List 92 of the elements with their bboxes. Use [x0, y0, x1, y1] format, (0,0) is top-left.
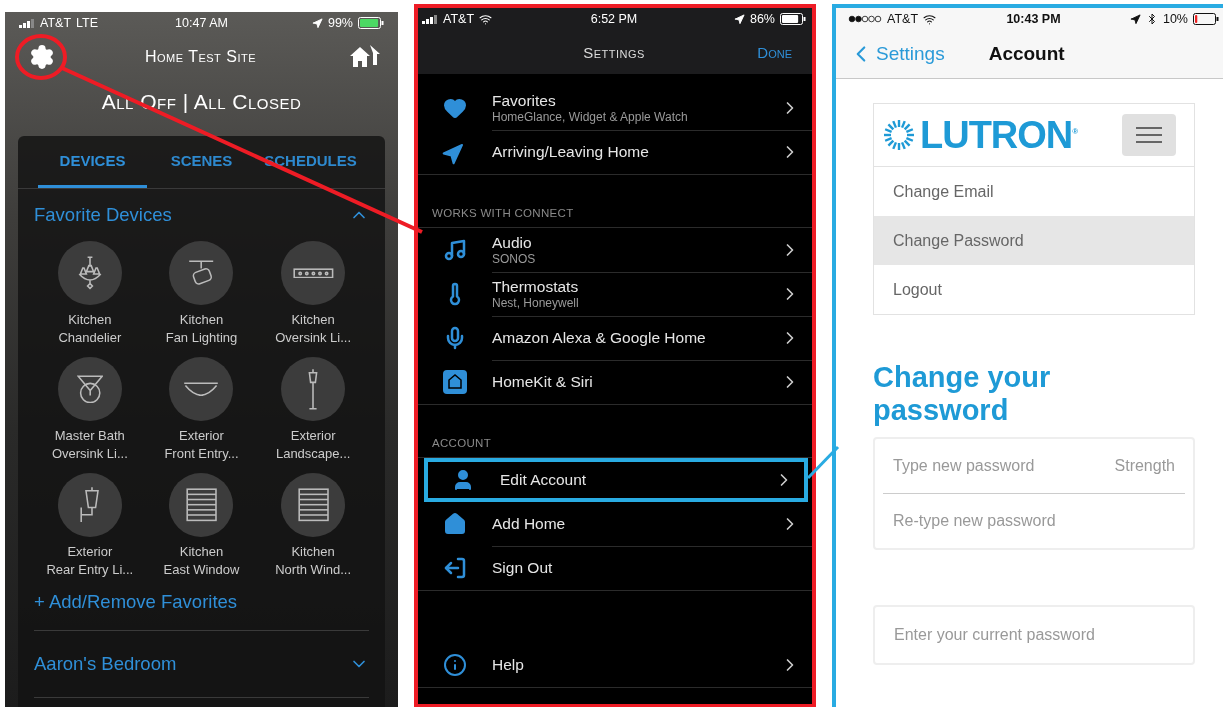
- row-title: Thermostats: [492, 277, 580, 296]
- row-title: Favorites: [492, 91, 557, 110]
- row-title: Add Home: [492, 514, 567, 533]
- tab[interactable]: SCENES: [147, 136, 256, 188]
- signal-icon: [422, 14, 438, 24]
- light-fixture-icon: [183, 381, 220, 397]
- row-title: Audio: [492, 233, 533, 252]
- settings-icon[interactable]: [29, 44, 55, 70]
- device-label: Kitchen Fan Lighting: [165, 311, 238, 347]
- carrier-text: AT&T: [887, 12, 919, 26]
- battery-text: 99%: [327, 16, 353, 30]
- tab[interactable]: SCHEDULES: [256, 136, 365, 188]
- info-icon: [443, 653, 467, 677]
- device-label: Kitchen North Wind...: [275, 543, 352, 579]
- heart-icon: [443, 96, 467, 120]
- music-note-icon: [443, 238, 467, 262]
- light-fixture-icon: [188, 259, 215, 287]
- row-subtitle: Nest, Honeywell: [492, 295, 580, 310]
- home-title: Home Test Site: [144, 48, 257, 66]
- settings-row[interactable]: Add Home: [418, 502, 812, 546]
- done-button[interactable]: Done: [751, 42, 798, 62]
- screen-title: Account: [988, 43, 1065, 65]
- settings-row[interactable]: Favorites HomeGlance, Widget & Apple Watch: [418, 86, 812, 130]
- network-text: LTE: [76, 16, 99, 30]
- strength-label: Strength: [1114, 457, 1176, 475]
- status-time: 10:47 AM: [175, 16, 228, 30]
- row-title: Edit Account: [500, 471, 588, 489]
- battery-text: 10%: [1162, 12, 1188, 26]
- add-remove-link[interactable]: + Add/Remove Favorites: [34, 579, 369, 631]
- device-label: Kitchen Chandelier: [58, 311, 122, 347]
- battery-icon: [358, 17, 384, 29]
- menu-button[interactable]: [1122, 114, 1176, 156]
- settings-row[interactable]: HomeKit & Siri: [418, 360, 812, 404]
- row-title: Amazon Alexa & Google Home: [492, 328, 707, 347]
- light-fixture-icon: [76, 374, 103, 404]
- wifi-icon: [923, 12, 937, 26]
- row-title: Sign Out: [492, 559, 554, 577]
- device-label: Master Bath Oversink Li...: [51, 427, 128, 463]
- screen-title: Settings: [583, 43, 645, 61]
- carrier-text: AT&T: [40, 16, 72, 30]
- house-icon: [443, 512, 467, 536]
- light-fixture-icon: [77, 256, 102, 290]
- settings-row[interactable]: Audio SONOS: [418, 228, 812, 272]
- settings-row[interactable]: Thermostats Nest, Honeywell: [418, 272, 812, 316]
- settings-row[interactable]: Sign Out: [418, 546, 812, 590]
- sunburst-logo-icon: [882, 118, 916, 152]
- device-label: Kitchen Oversink Li...: [275, 311, 352, 347]
- section-header: ACCOUNT: [432, 437, 491, 449]
- window-shade-icon: [185, 488, 218, 522]
- status-time: 10:43 PM: [1006, 12, 1061, 26]
- light-fixture-icon: [80, 486, 100, 524]
- device-label: Exterior Landscape...: [275, 427, 351, 463]
- carrier-text: AT&T: [443, 12, 475, 26]
- location-icon: [733, 13, 745, 25]
- row-subtitle: SONOS: [492, 251, 537, 266]
- battery-text: 86%: [749, 12, 775, 26]
- menu-icon: [1135, 126, 1163, 144]
- section-header: WORKS WITH CONNECT: [432, 207, 574, 219]
- menu-item[interactable]: Change Password: [874, 216, 1194, 265]
- device-label: Exterior Front Entry...: [164, 427, 239, 463]
- window-shade-icon: [297, 488, 329, 522]
- annotation-circle: [15, 34, 67, 80]
- settings-row[interactable]: Help: [418, 643, 812, 687]
- retype-password-field[interactable]: Re-type new password: [883, 511, 1185, 531]
- settings-row[interactable]: Arriving/Leaving Home: [418, 130, 812, 174]
- tab[interactable]: DEVICES: [38, 136, 147, 188]
- settings-row[interactable]: Edit Account: [426, 460, 806, 500]
- new-password-field[interactable]: Type new password: [883, 456, 1115, 476]
- house-tile-icon: [443, 370, 467, 394]
- battery-icon: [780, 13, 806, 25]
- device-label: Exterior Rear Entry Li...: [46, 543, 134, 579]
- signal-dots-icon: [848, 15, 882, 23]
- row-title: HomeKit & Siri: [492, 373, 594, 391]
- battery-icon: [1193, 13, 1219, 25]
- status-time: 6:52 PM: [590, 12, 638, 26]
- light-fixture-icon: [292, 267, 334, 279]
- row-title: Help: [492, 656, 525, 674]
- location-icon: [311, 17, 323, 29]
- row-subtitle: HomeGlance, Widget & Apple Watch: [492, 109, 689, 124]
- room-title[interactable]: Aaron's Bedroom: [34, 653, 177, 675]
- logo-text: LUTRON$^{®}$: [920, 113, 1079, 157]
- wifi-icon: [479, 12, 493, 26]
- section-title: Favorite Devices: [34, 204, 172, 226]
- location-icon: [1129, 13, 1141, 25]
- sign-out-icon: [443, 556, 467, 580]
- row-title: Arriving/Leaving Home: [492, 143, 650, 161]
- signal-icon: [19, 18, 35, 28]
- light-fixture-icon: [307, 368, 320, 410]
- device-label: Kitchen East Window: [163, 543, 240, 579]
- settings-row[interactable]: Amazon Alexa & Google Home: [418, 316, 812, 360]
- form-heading: Change your password: [873, 361, 1052, 427]
- current-password-field[interactable]: Enter your current password: [873, 605, 1195, 665]
